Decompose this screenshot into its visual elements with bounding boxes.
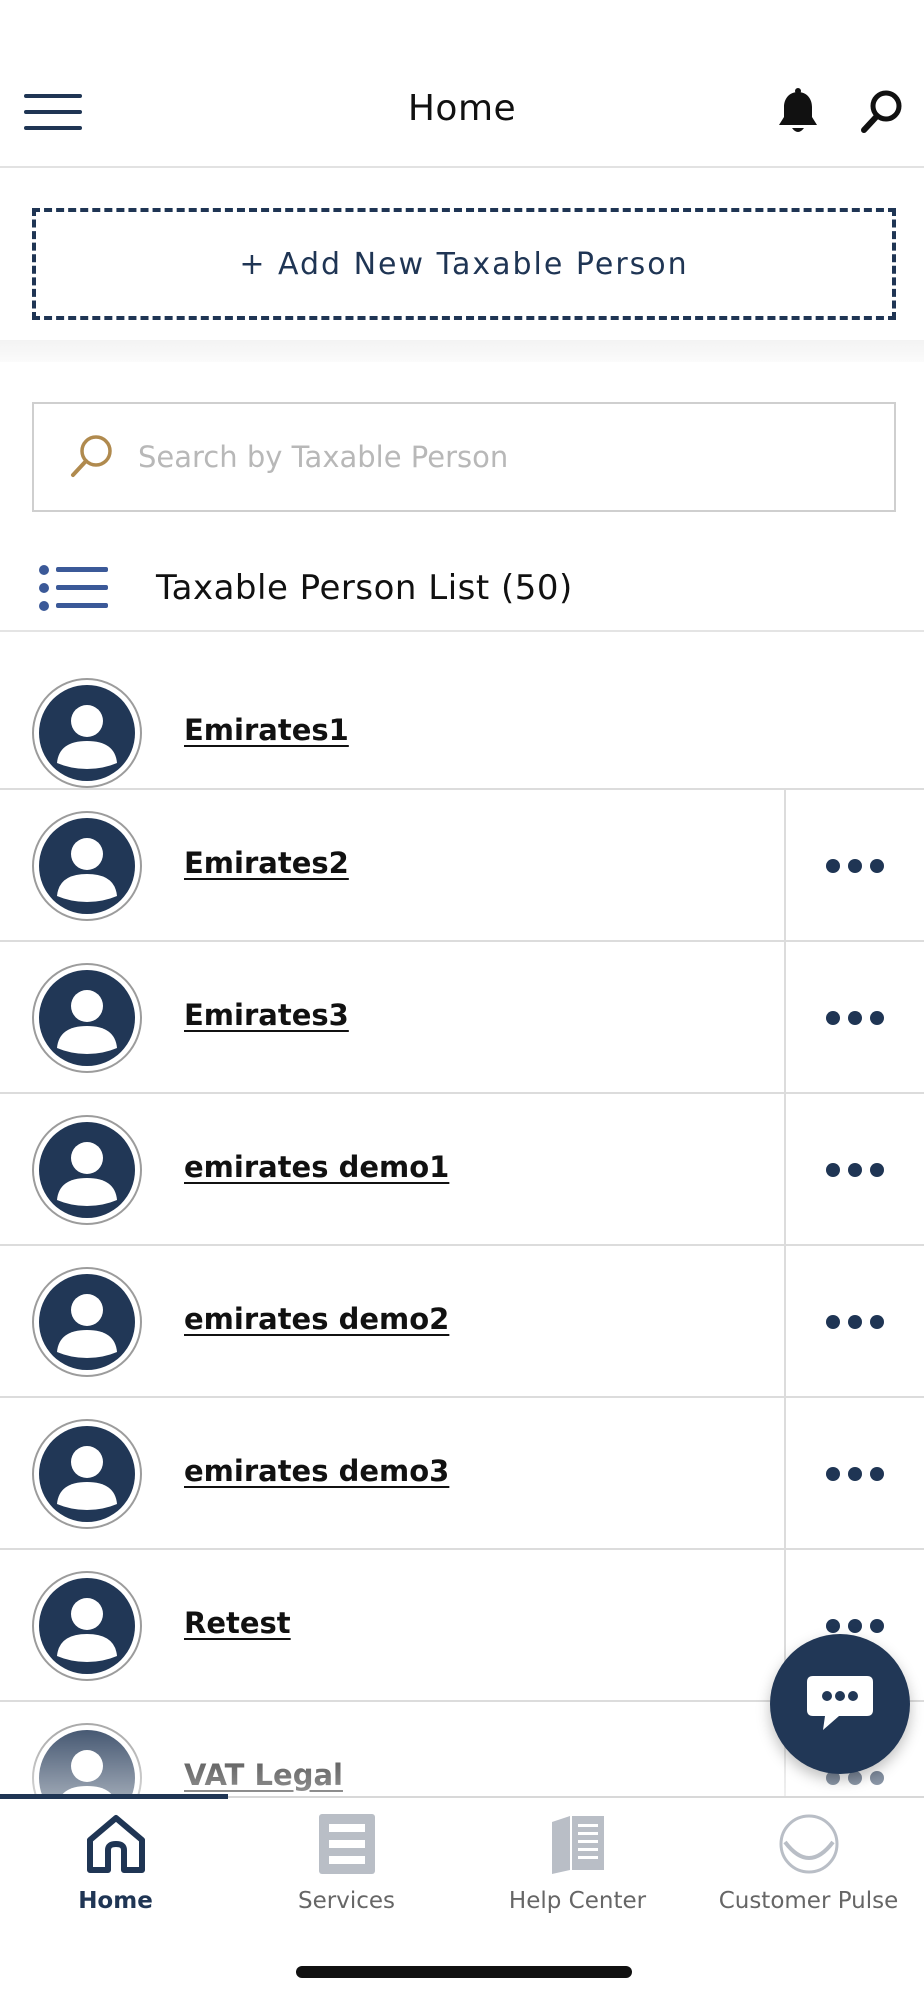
list-item[interactable]: Emirates1 — [0, 676, 924, 790]
top-bar: Home — [0, 0, 924, 168]
tab-services[interactable]: Services — [231, 1812, 462, 1932]
avatar — [32, 1115, 142, 1225]
chat-icon — [807, 1676, 873, 1730]
list-title: Taxable Person List (50) — [156, 568, 573, 608]
user-icon — [39, 1122, 135, 1218]
smile-icon — [779, 1814, 838, 1874]
bell-icon[interactable] — [772, 86, 824, 138]
avatar — [32, 1419, 142, 1529]
list-item[interactable]: emirates demo3 — [0, 1398, 924, 1550]
avatar — [32, 678, 142, 788]
tab-label: Services — [298, 1888, 395, 1914]
list-item[interactable]: Emirates3 — [0, 942, 924, 1094]
search-field[interactable] — [32, 402, 896, 512]
list-item[interactable]: emirates demo1 — [0, 1094, 924, 1246]
taxable-person-name-link[interactable]: emirates demo1 — [184, 1150, 449, 1184]
tab-home[interactable]: Home — [0, 1812, 231, 1932]
user-icon — [39, 1578, 135, 1674]
avatar — [32, 1267, 142, 1377]
taxable-person-name-link[interactable]: Retest — [184, 1606, 291, 1640]
ellipsis-icon — [826, 1619, 884, 1633]
taxable-person-name-link[interactable]: VAT Legal — [184, 1758, 343, 1792]
home-indicator — [296, 1966, 632, 1978]
more-options-button[interactable] — [784, 1398, 924, 1550]
more-options-button[interactable] — [784, 1094, 924, 1246]
tab-help-center[interactable]: Help Center — [462, 1812, 693, 1932]
services-icon — [318, 1814, 375, 1874]
taxable-person-name-link[interactable]: emirates demo3 — [184, 1454, 449, 1488]
more-options-button[interactable] — [784, 1246, 924, 1398]
tab-label: Help Center — [508, 1888, 647, 1914]
list-header: Taxable Person List (50) — [0, 546, 924, 632]
home-icon — [86, 1815, 145, 1873]
user-icon — [39, 970, 135, 1066]
user-icon — [39, 1426, 135, 1522]
avatar — [32, 1571, 142, 1681]
avatar — [32, 963, 142, 1073]
user-icon — [39, 818, 135, 914]
ellipsis-icon — [826, 1011, 884, 1025]
search-icon — [71, 435, 112, 477]
avatar — [32, 811, 142, 921]
add-section: + Add New Taxable Person — [0, 168, 924, 358]
taxable-person-name-link[interactable]: Emirates3 — [184, 998, 349, 1032]
taxable-person-name-link[interactable]: Emirates2 — [184, 846, 349, 880]
ellipsis-icon — [826, 1163, 884, 1177]
user-icon — [39, 685, 135, 781]
tab-label: Customer Pulse — [718, 1888, 899, 1914]
section-divider — [0, 340, 924, 362]
taxable-person-name-link[interactable]: Emirates1 — [184, 713, 349, 747]
add-new-taxable-person-button[interactable]: + Add New Taxable Person — [32, 208, 896, 320]
more-options-button[interactable] — [784, 942, 924, 1094]
search-input[interactable] — [138, 440, 858, 474]
ellipsis-icon — [826, 859, 884, 873]
ellipsis-icon — [826, 1467, 884, 1481]
search-icon[interactable] — [856, 86, 908, 138]
list-icon — [39, 565, 108, 611]
active-tab-indicator — [0, 1794, 228, 1799]
book-icon — [551, 1816, 604, 1874]
tab-label: Home — [78, 1888, 153, 1914]
taxable-person-name-link[interactable]: emirates demo2 — [184, 1302, 449, 1336]
tab-customer-pulse[interactable]: Customer Pulse — [693, 1812, 924, 1932]
user-icon — [39, 1274, 135, 1370]
ellipsis-icon — [826, 1315, 884, 1329]
more-options-button[interactable] — [784, 790, 924, 942]
chat-button[interactable] — [770, 1634, 910, 1774]
list-item[interactable]: emirates demo2 — [0, 1246, 924, 1398]
list-item[interactable]: Emirates2 — [0, 790, 924, 942]
